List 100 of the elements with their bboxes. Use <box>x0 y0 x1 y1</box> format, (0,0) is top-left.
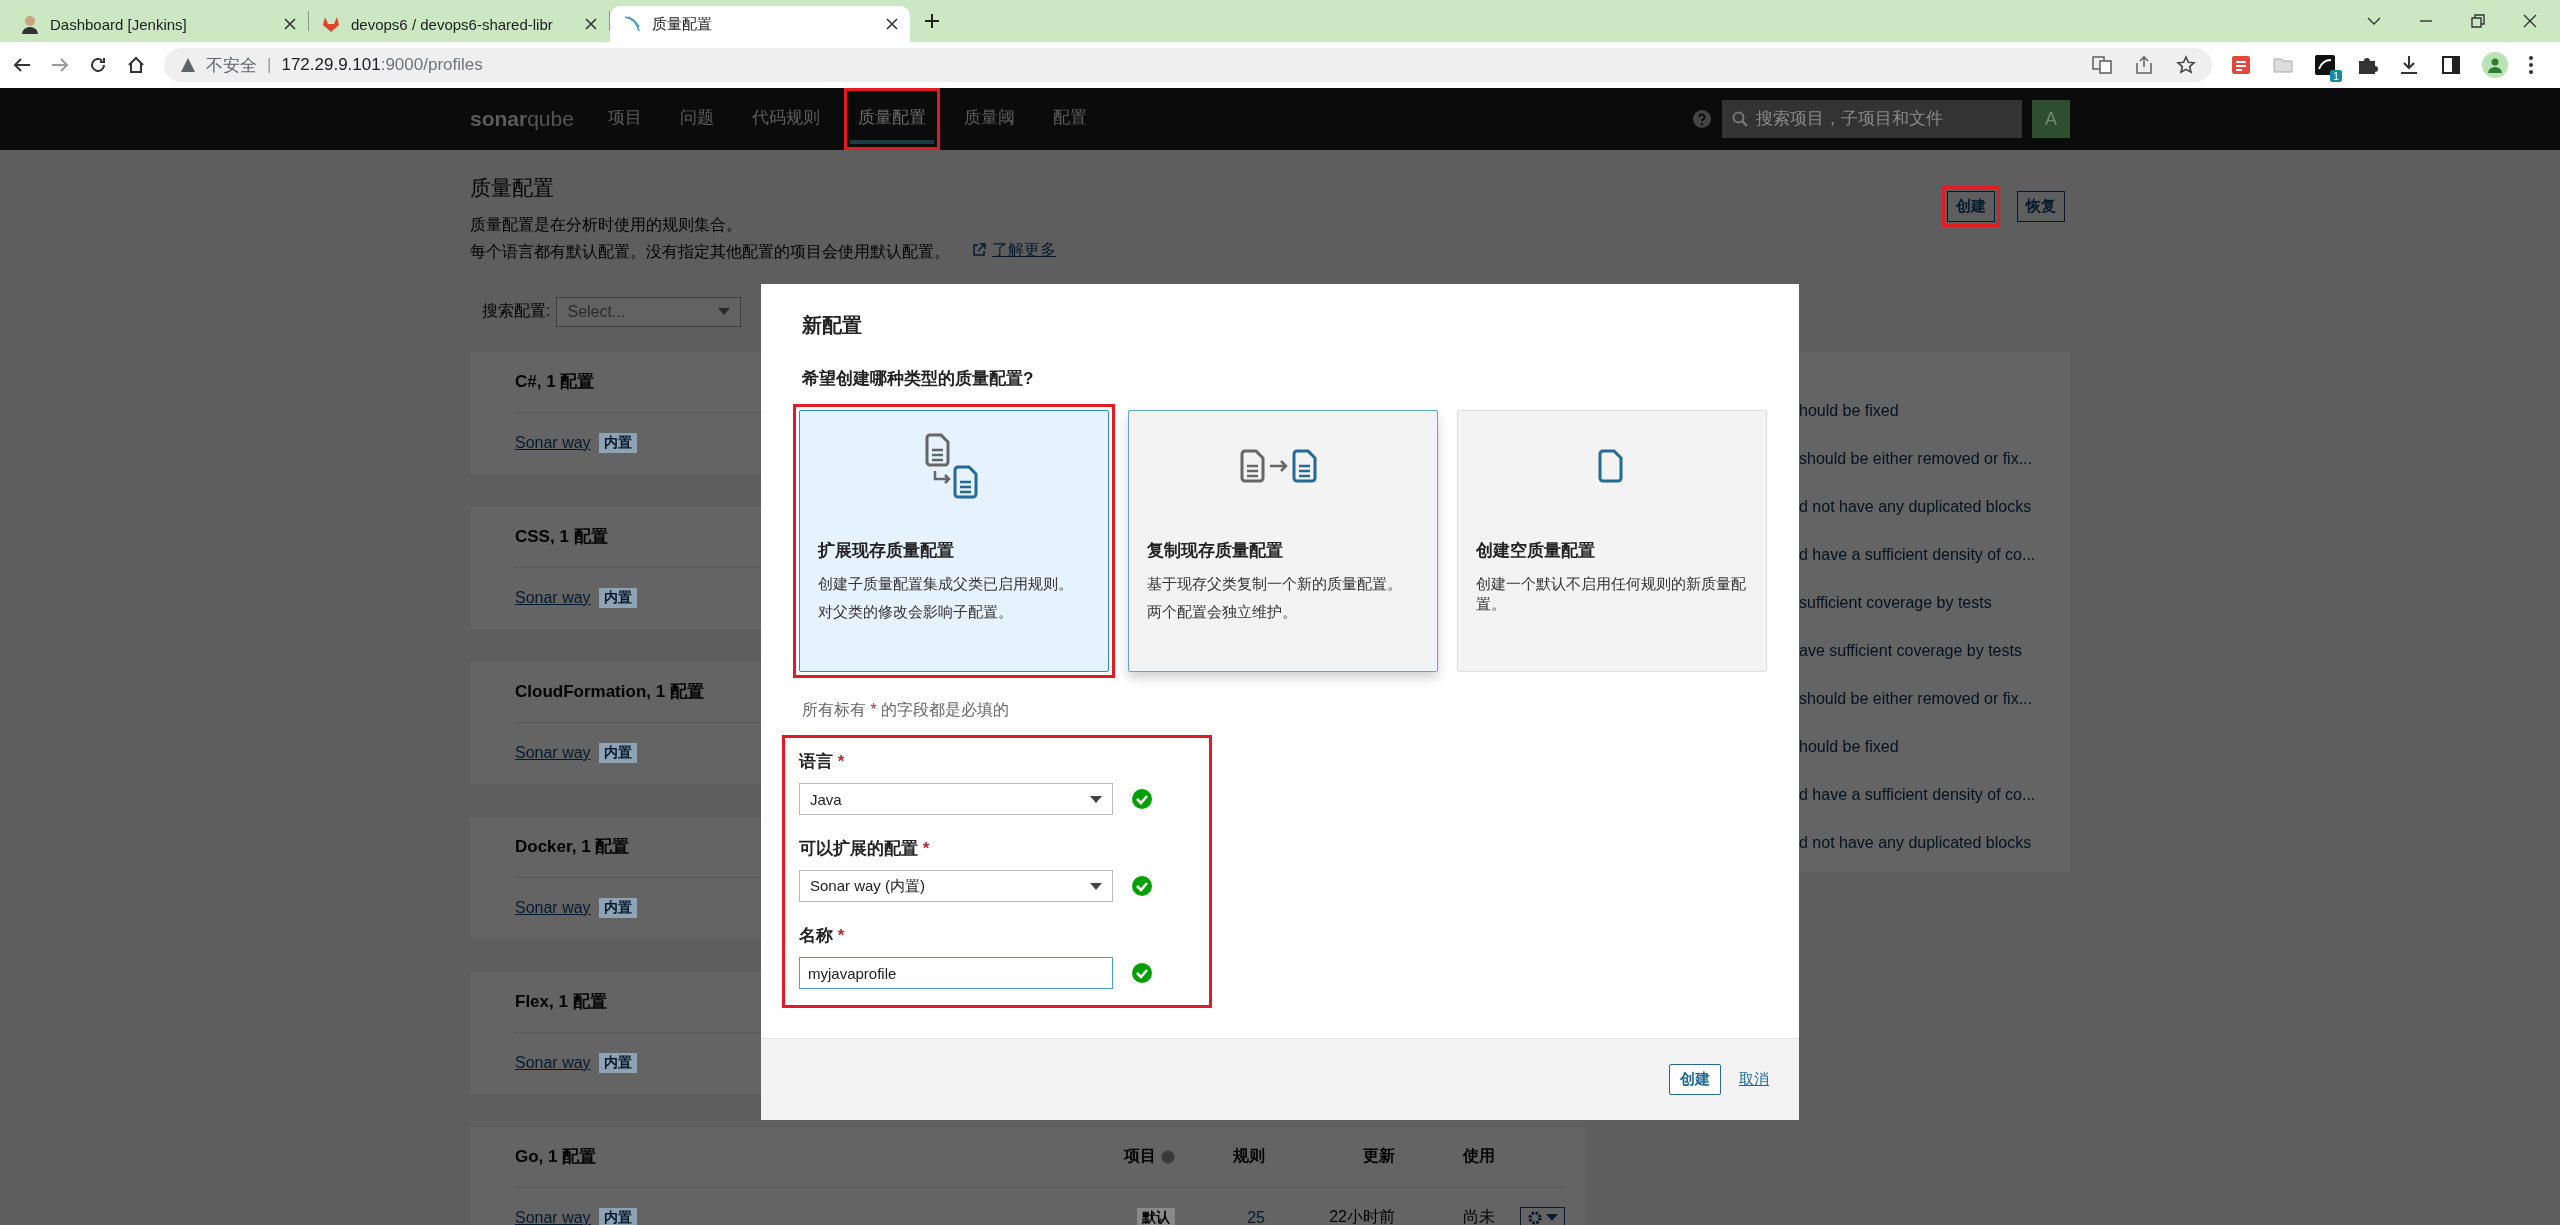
builtin-tag: 内置 <box>598 897 637 918</box>
rule-text[interactable]: d not have any duplicated blocks <box>1799 833 2032 851</box>
builtin-tag: 内置 <box>598 587 637 608</box>
wave-icon <box>622 14 642 34</box>
default-tag: 默认 <box>1137 1207 1175 1225</box>
builtin-tag: 内置 <box>598 1052 637 1073</box>
used-status: 尚未 <box>1462 1207 1495 1225</box>
language-title: C#, 1 配置 <box>515 371 595 393</box>
language-title: CSS, 1 配置 <box>515 526 608 548</box>
language-title: Go, 1 配置 <box>515 1146 597 1168</box>
profile-icon[interactable] <box>2482 52 2508 78</box>
caret-icon <box>1546 1214 1558 1221</box>
external-link-icon <box>972 242 986 257</box>
close-icon[interactable] <box>2522 13 2538 29</box>
cancel-link[interactable]: 取消 <box>1733 1069 1775 1090</box>
note-icon[interactable] <box>2230 54 2252 76</box>
star-icon[interactable] <box>2176 55 2196 75</box>
option-card[interactable]: 复制现存质量配置 基于现存父类复制一个新的质量配置。 两个配置会独立维护。 <box>1128 410 1438 672</box>
rule-text[interactable]: sufficient coverage by tests <box>1799 593 1992 611</box>
field-label: 名称 * <box>799 925 846 947</box>
caret-icon <box>718 308 731 315</box>
builtin-tag: 内置 <box>598 742 637 763</box>
address-bar[interactable]: 不安全 | 172.29.9.101:9000/profiles <box>164 48 2212 82</box>
profile-link[interactable]: Sonar way <box>515 588 591 607</box>
page-button[interactable]: 恢复 <box>2017 191 2065 222</box>
required-note: 所有标有 * 的字段都是必填的 <box>802 700 1011 720</box>
rule-text[interactable]: should be either removed or fix... <box>1799 689 2032 707</box>
input-field[interactable]: myjavaprofile <box>799 957 1113 989</box>
nav-item[interactable]: 代码规则 <box>743 94 828 144</box>
rule-text[interactable]: d have a sufficient density of co... <box>1799 545 2036 563</box>
share-icon[interactable] <box>2134 55 2154 75</box>
profile-link[interactable]: Sonar way <box>515 1208 591 1225</box>
column-header: 使用 <box>1461 1146 1495 1166</box>
dialog-title: 新配置 <box>802 313 863 338</box>
profile-select[interactable]: Select... <box>556 296 742 327</box>
close-icon[interactable] <box>284 18 296 30</box>
description: 每个语言都有默认配置。没有指定其他配置的项目会使用默认配置。 了解更多 <box>470 237 1056 264</box>
learn-more-link[interactable]: 了解更多 <box>972 237 1056 262</box>
search-icon <box>1732 111 1748 127</box>
rule-text[interactable]: ave sufficient coverage by tests <box>1799 641 2022 659</box>
warning-icon <box>180 57 196 73</box>
dropdown[interactable]: Sonar way (内置) <box>799 870 1113 902</box>
profile-link[interactable]: Sonar way <box>515 898 591 917</box>
gear-icon <box>1527 1209 1543 1225</box>
menu-icon[interactable] <box>2528 54 2534 76</box>
profile-link[interactable]: Sonar way <box>515 433 591 452</box>
caret-icon <box>1090 882 1102 890</box>
browser-tab[interactable]: 质量配置 <box>610 6 910 42</box>
rules-count[interactable]: 25 <box>1175 1208 1265 1225</box>
close-icon[interactable] <box>585 18 597 30</box>
rule-text[interactable]: d have a sufficient density of co... <box>1799 785 2036 803</box>
page-title: 质量配置 <box>470 175 555 201</box>
profile-link[interactable]: Sonar way <box>515 743 591 762</box>
rule-text[interactable]: hould be fixed <box>1799 737 1899 755</box>
rule-text[interactable]: hould be fixed <box>1799 401 1899 419</box>
reload-icon[interactable] <box>88 55 108 75</box>
updated-time: 22小时前 <box>1328 1207 1395 1225</box>
side-panel-icon[interactable] <box>2440 54 2462 76</box>
page-button[interactable]: 创建 <box>1947 191 1995 222</box>
question-text: 希望创建哪种类型的质量配置? <box>802 368 1035 390</box>
column-header: 更新 <box>1362 1146 1395 1166</box>
logo[interactable]: sonarqube <box>470 107 574 131</box>
user-avatar[interactable]: A <box>2032 100 2070 138</box>
nav-item[interactable]: 质量配置 <box>849 94 934 144</box>
nav-item[interactable]: 项目 <box>599 94 650 144</box>
dropdown[interactable]: Java <box>799 783 1113 815</box>
rule-text[interactable]: should be either removed or fix... <box>1799 449 2032 467</box>
field-label: 语言 * <box>799 751 846 773</box>
option-card[interactable]: 扩展现存质量配置 创建子质量配置集成父类已启用规则。 对父类的修改会影响子配置。 <box>799 410 1109 672</box>
caret-icon <box>1090 795 1102 803</box>
restore-icon[interactable] <box>2470 13 2486 29</box>
search-label: 搜索配置: <box>482 301 551 321</box>
builtin-tag: 内置 <box>598 432 637 453</box>
browser-tab[interactable]: Dashboard [Jenkins] <box>8 6 308 42</box>
language-title: Docker, 1 配置 <box>515 836 630 858</box>
person-icon <box>20 14 40 34</box>
url-text: 172.29.9.101:9000/profiles <box>281 55 483 75</box>
settings-button[interactable] <box>1520 1206 1565 1225</box>
download-icon[interactable] <box>2398 54 2420 76</box>
browser-tab[interactable]: devops6 / devops6-shared-libr <box>309 6 609 42</box>
option-card[interactable]: 创建空质量配置 创建一个默认不启用任何规则的新质量配置。 <box>1457 410 1767 672</box>
translate-icon[interactable] <box>2092 55 2112 75</box>
close-icon[interactable] <box>886 18 898 30</box>
builtin-tag: 内置 <box>598 1207 637 1225</box>
rule-text[interactable]: d not have any duplicated blocks <box>1799 497 2032 515</box>
separator: | <box>267 55 272 75</box>
create-button[interactable]: 创建 <box>1669 1064 1721 1095</box>
language-title: Flex, 1 配置 <box>515 991 607 1013</box>
nav-item[interactable]: 配置 <box>1044 94 1095 144</box>
profile-link[interactable]: Sonar way <box>515 1053 591 1072</box>
column-header: 规则 <box>1232 1146 1265 1166</box>
extension-badge: 1 <box>2329 70 2342 82</box>
plus-icon[interactable] <box>924 13 940 29</box>
nav-item[interactable]: 质量阈 <box>955 94 1023 144</box>
home-icon[interactable] <box>126 55 146 75</box>
nav-item[interactable]: 问题 <box>671 94 722 144</box>
security-label: 不安全 <box>206 54 257 77</box>
search-field[interactable]: 搜索项目，子项目和文件 <box>1722 100 2022 138</box>
language-title: CloudFormation, 1 配置 <box>515 681 704 703</box>
column-header: 项目 <box>1085 1146 1175 1167</box>
